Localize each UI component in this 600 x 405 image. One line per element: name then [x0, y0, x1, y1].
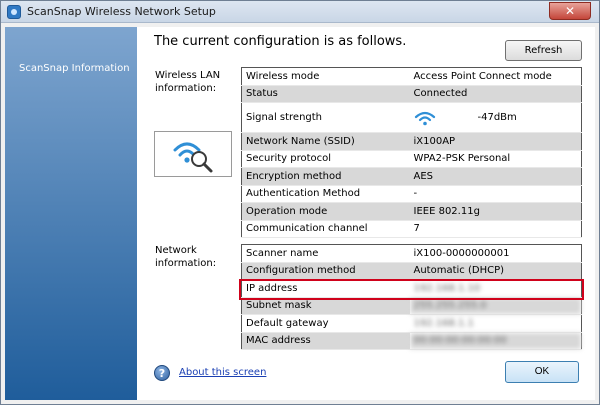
table-row: Security protocol WPA2-PSK Personal [241, 150, 582, 168]
row-key: Communication channel [241, 220, 410, 238]
row-key: Wireless mode [241, 67, 410, 86]
table-row: Network Name (SSID) iX100AP [241, 132, 582, 151]
row-key: Subnet mask [241, 297, 410, 315]
table-row: MAC address 00:00:00:00:00:00 [241, 332, 582, 350]
table-row: Default gateway 192.168.1.1 [241, 314, 582, 333]
table-row: Scanner name iX100-0000000001 [241, 244, 582, 263]
row-key: Status [241, 85, 410, 103]
row-key: IP address [241, 279, 410, 298]
network-info-table: Scanner name iX100-0000000001 Configurat… [241, 244, 582, 350]
close-button[interactable]: ✕ [549, 2, 591, 20]
table-row: Wireless mode Access Point Connect mode [241, 67, 582, 86]
table-row: Authentication Method - [241, 185, 582, 203]
table-row: Operation mode IEEE 802.11g [241, 202, 582, 221]
row-key: Network Name (SSID) [241, 132, 410, 151]
row-value: iX100AP [409, 132, 582, 151]
row-key: Security protocol [241, 150, 410, 168]
signal-strength-value: -47dBm [477, 112, 517, 123]
default-gateway-value: 192.168.1.1 [409, 314, 582, 333]
row-value: -47dBm [409, 102, 582, 133]
row-key: Configuration method [241, 262, 410, 280]
table-row: Communication channel 7 [241, 220, 582, 238]
row-value: iX100-0000000001 [409, 244, 582, 263]
title-bar[interactable]: ScanSnap Wireless Network Setup ✕ [1, 1, 599, 23]
wireless-section-label: Wireless LAN information: [155, 70, 221, 94]
row-value: - [409, 185, 582, 203]
ip-address-value: 192.168.1.10 [409, 279, 582, 298]
table-row: Signal strength -47dBm [241, 102, 582, 133]
help-icon[interactable]: ? [154, 365, 170, 381]
mac-address-value: 00:00:00:00:00:00 [409, 332, 582, 350]
row-value: Automatic (DHCP) [409, 262, 582, 280]
signal-strength-icon [414, 111, 435, 125]
window-title: ScanSnap Wireless Network Setup [27, 5, 216, 18]
table-row: Status Connected [241, 85, 582, 103]
row-value: WPA2-PSK Personal [409, 150, 582, 168]
table-row: Configuration method Automatic (DHCP) [241, 262, 582, 280]
setup-window: ScanSnap Wireless Network Setup ✕ ScanSn… [0, 0, 600, 405]
network-section-label: Network information: [155, 245, 217, 269]
table-row: Encryption method AES [241, 167, 582, 186]
main-content: The current configuration is as follows.… [137, 27, 595, 400]
sidebar: ScanSnap Information [5, 27, 137, 400]
wireless-info-table: Wireless mode Access Point Connect mode … [241, 67, 582, 238]
table-row: IP address 192.168.1.10 [241, 279, 582, 298]
row-key: Signal strength [241, 102, 410, 133]
refresh-button[interactable]: Refresh [505, 40, 582, 61]
table-row: Subnet mask 255.255.255.0 [241, 297, 582, 315]
row-key: Authentication Method [241, 185, 410, 203]
row-key: Operation mode [241, 202, 410, 221]
sidebar-item-scansnap-information[interactable]: ScanSnap Information [19, 63, 130, 74]
row-value: 7 [409, 220, 582, 238]
row-value: Connected [409, 85, 582, 103]
row-key: Default gateway [241, 314, 410, 333]
subnet-mask-value: 255.255.255.0 [409, 297, 582, 315]
row-value: AES [409, 167, 582, 186]
wifi-search-icon [154, 131, 232, 177]
row-key: Scanner name [241, 244, 410, 263]
row-value: IEEE 802.11g [409, 202, 582, 221]
app-icon [7, 5, 21, 19]
row-key: Encryption method [241, 167, 410, 186]
ok-button[interactable]: OK [505, 361, 579, 383]
about-this-screen-link[interactable]: About this screen [179, 367, 266, 378]
row-value: Access Point Connect mode [409, 67, 582, 86]
page-title: The current configuration is as follows. [154, 34, 407, 49]
row-key: MAC address [241, 332, 410, 350]
